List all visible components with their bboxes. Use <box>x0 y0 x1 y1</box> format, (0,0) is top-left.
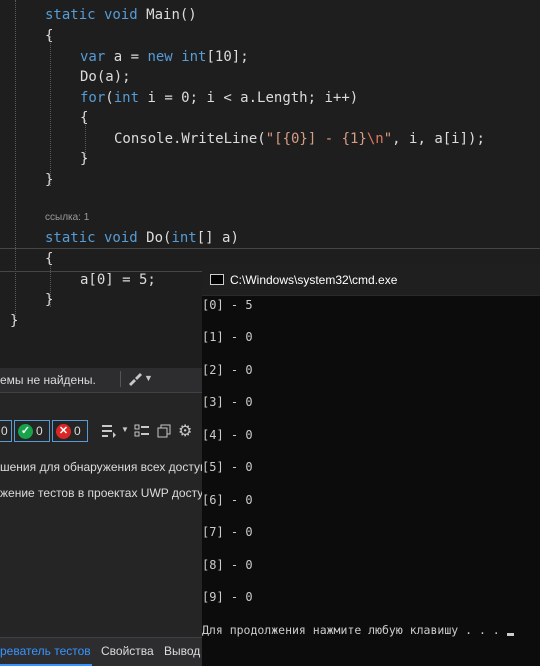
window-title: C:\Windows\system32\cmd.exe <box>230 273 398 287</box>
string-literal: " <box>383 131 393 147</box>
output-line: [2] - 0 <box>202 363 253 377</box>
error-toolbar: емы не найдены. ▼ <box>0 368 205 393</box>
output-line: [9] - 0 <box>202 590 253 604</box>
counter-value: 0 <box>74 424 81 438</box>
code-text: [10]; <box>206 49 249 65</box>
playlist-icon[interactable] <box>101 424 117 443</box>
output-line: [6] - 0 <box>202 493 253 507</box>
keyword: for <box>80 90 106 106</box>
test-explorer-panel: емы не найдены. ▼ 0 ✓ 0 ✕ 0 ▼ ⚙ шения дл… <box>0 368 208 666</box>
code-line-brace[interactable]: { <box>45 250 53 268</box>
code-line-brace[interactable]: } <box>45 291 53 309</box>
code-text: ( <box>105 90 114 106</box>
keyword: int <box>171 230 197 246</box>
code-text: , i, a[i]); <box>392 131 485 147</box>
code-line-brace[interactable]: { <box>45 27 53 45</box>
keyword: static void <box>45 230 147 246</box>
code-text: [] a) <box>196 230 239 246</box>
output-line: [3] - 0 <box>202 395 253 409</box>
output-line: [8] - 0 <box>202 558 253 572</box>
code-line-brace[interactable]: } <box>45 171 53 189</box>
counter-total[interactable]: 0 <box>0 420 12 442</box>
bottom-tab-bar: реватель тестов Свойства Вывод <box>0 637 205 666</box>
keyword: int <box>181 49 207 65</box>
code-line-brace[interactable]: { <box>80 109 88 127</box>
code-text: Console.WriteLine( <box>114 131 266 147</box>
code-text: a = <box>105 49 148 65</box>
code-text: i = 0; i < a.Length; i++) <box>139 90 359 106</box>
brush-icon[interactable] <box>127 372 143 391</box>
code-line-main-signature[interactable]: static void Main() <box>45 6 197 24</box>
counter-failed[interactable]: ✕ 0 <box>52 420 88 442</box>
code-line-brace[interactable]: } <box>80 150 88 168</box>
toolbar-divider <box>120 371 121 387</box>
counter-value: 0 <box>36 424 43 438</box>
text-cursor <box>506 633 514 636</box>
keyword: new <box>147 49 173 65</box>
info-message: жение тестов в проектах UWP достуг <box>0 486 208 500</box>
codelens-references[interactable]: ссылка: 1 <box>45 212 89 223</box>
keyword: static void <box>45 7 147 23</box>
code-line-writeline[interactable]: Console.WriteLine("[{0}] - {1}\n", i, a[… <box>114 130 485 148</box>
code-line-for[interactable]: for(int i = 0; i < a.Length; i++) <box>80 89 358 107</box>
indent-guide <box>15 0 16 320</box>
prompt-line: Для продолжения нажмите любую клавишу . … <box>202 623 514 637</box>
output-line: [5] - 0 <box>202 460 253 474</box>
method-name: Do( <box>146 230 172 246</box>
code-line-assign[interactable]: a[0] = 5; <box>80 271 156 289</box>
terminal-icon <box>210 274 224 285</box>
indent-guide <box>50 36 51 186</box>
keyword: var <box>80 49 106 65</box>
counter-passed[interactable]: ✓ 0 <box>14 420 50 442</box>
escape-sequence: \n <box>366 131 384 147</box>
info-message: шения для обнаружения всех доступ <box>0 460 207 474</box>
tab-output[interactable]: Вывод <box>164 644 200 658</box>
gear-icon[interactable]: ⚙ <box>178 421 192 440</box>
code-line-do-signature[interactable]: static void Do(int[] a) <box>45 229 239 247</box>
test-toolbar: 0 ✓ 0 ✕ 0 ▼ ⚙ <box>0 418 205 446</box>
check-icon: ✓ <box>18 423 33 439</box>
string-literal: "[{0}] - {1} <box>265 131 367 147</box>
cmd-titlebar[interactable]: C:\Windows\system32\cmd.exe <box>202 265 540 296</box>
chevron-down-icon[interactable]: ▼ <box>144 373 153 383</box>
output-line: [4] - 0 <box>202 428 253 442</box>
tab-properties[interactable]: Свойства <box>101 644 154 658</box>
code-line-var-decl[interactable]: var a = new int[10]; <box>80 48 249 66</box>
chevron-down-icon[interactable]: ▼ <box>121 425 129 434</box>
keyword: int <box>113 90 140 106</box>
counter-value: 0 <box>1 424 8 438</box>
tab-test-explorer[interactable]: реватель тестов <box>0 644 91 658</box>
output-line: [0] - 5 <box>202 298 253 312</box>
group-by-icon[interactable] <box>134 424 150 443</box>
cmd-window[interactable]: C:\Windows\system32\cmd.exe [0] - 5 [1] … <box>202 265 540 666</box>
output-line: [1] - 0 <box>202 330 253 344</box>
x-icon: ✕ <box>56 423 71 439</box>
copy-icon[interactable] <box>157 424 171 443</box>
code-line-brace[interactable]: } <box>10 312 18 330</box>
code-line-do-call[interactable]: Do(a); <box>80 68 131 86</box>
status-text: емы не найдены. <box>0 373 96 387</box>
prompt-text: Для продолжения нажмите любую клавишу . … <box>202 623 507 637</box>
method-name: Main() <box>146 7 197 23</box>
output-line: [7] - 0 <box>202 525 253 539</box>
